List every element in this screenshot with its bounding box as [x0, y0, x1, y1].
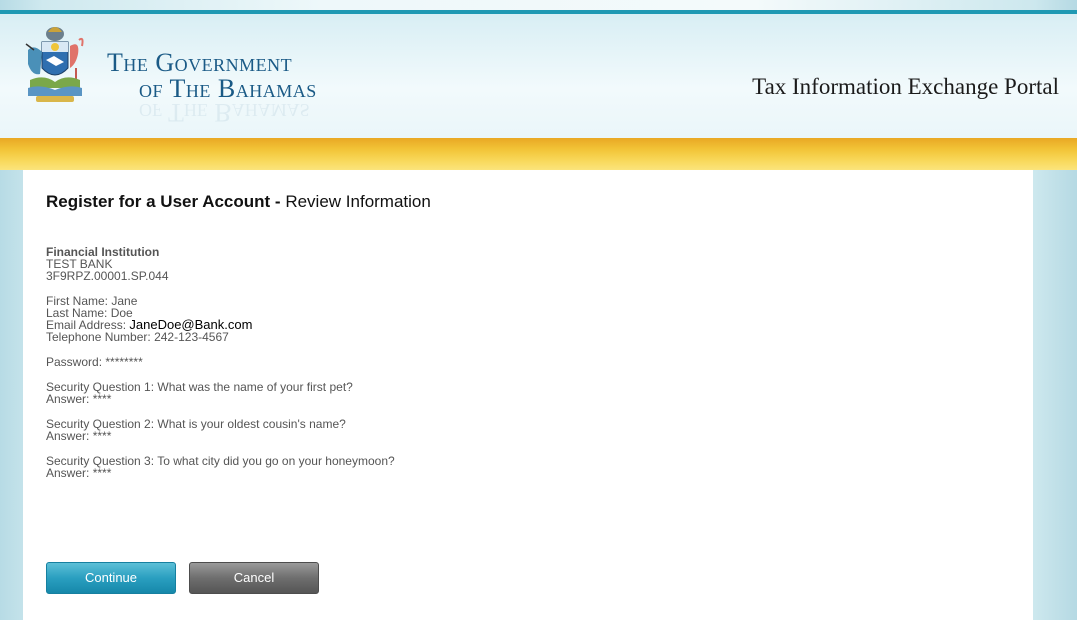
review-info: Financial Institution TEST BANK 3F9RPZ.0…	[46, 246, 395, 492]
continue-button[interactable]: Continue	[46, 562, 176, 594]
security-question-2-text: What is your oldest cousin's name?	[157, 417, 346, 431]
gold-band	[0, 138, 1077, 170]
main-content: Register for a User Account - Review Inf…	[23, 170, 1033, 620]
security-answer-3-label: Answer:	[46, 466, 90, 480]
page-title-subtitle: Review Information	[285, 192, 431, 211]
phone-value: 242-123-4567	[154, 330, 229, 344]
security-question-2: Security Question 2: What is your oldest…	[46, 418, 395, 442]
security-answer-2-label: Answer:	[46, 429, 90, 443]
page-title-bold: Register for a User Account -	[46, 192, 281, 211]
phone-row: Telephone Number: 242-123-4567	[46, 331, 395, 343]
security-answer-3-value: ****	[92, 466, 112, 480]
government-title-line1: The Government	[107, 48, 293, 77]
coat-of-arms-icon	[25, 27, 84, 102]
security-answer-2-value: ****	[92, 429, 112, 443]
cancel-button[interactable]: Cancel	[189, 562, 319, 594]
security-answer-2-row: Answer: ****	[46, 430, 395, 442]
header: The Government of The Bahamas of The Bah…	[0, 14, 1077, 138]
security-answer-1-row: Answer: ****	[46, 393, 395, 405]
password-value: ********	[105, 355, 143, 369]
page: The Government of The Bahamas of The Bah…	[0, 0, 1077, 620]
password-label: Password:	[46, 355, 103, 369]
portal-title: Tax Information Exchange Portal	[752, 74, 1059, 99]
government-title: The Government of The Bahamas	[107, 50, 317, 102]
security-question-3: Security Question 3: To what city did yo…	[46, 455, 395, 479]
security-question-1: Security Question 1: What was the name o…	[46, 381, 395, 405]
security-question-1-text: What was the name of your first pet?	[157, 380, 353, 394]
government-title-line2: of The Bahamas	[139, 74, 317, 103]
institution-block: Financial Institution TEST BANK 3F9RPZ.0…	[46, 246, 395, 282]
contact-block: First Name: Jane Last Name: Doe Email Ad…	[46, 295, 395, 343]
password-row: Password: ********	[46, 356, 395, 368]
page-title: Register for a User Account - Review Inf…	[46, 192, 431, 212]
security-answer-1-value: ****	[92, 392, 112, 406]
institution-id: 3F9RPZ.00001.SP.044	[46, 269, 169, 283]
phone-label: Telephone Number:	[46, 330, 151, 344]
password-block: Password: ********	[46, 356, 395, 368]
security-answer-3-row: Answer: ****	[46, 467, 395, 479]
government-title-reflection: of The Bahamas	[139, 102, 310, 122]
security-question-3-text: To what city did you go on your honeymoo…	[157, 454, 395, 468]
security-answer-1-label: Answer:	[46, 392, 90, 406]
